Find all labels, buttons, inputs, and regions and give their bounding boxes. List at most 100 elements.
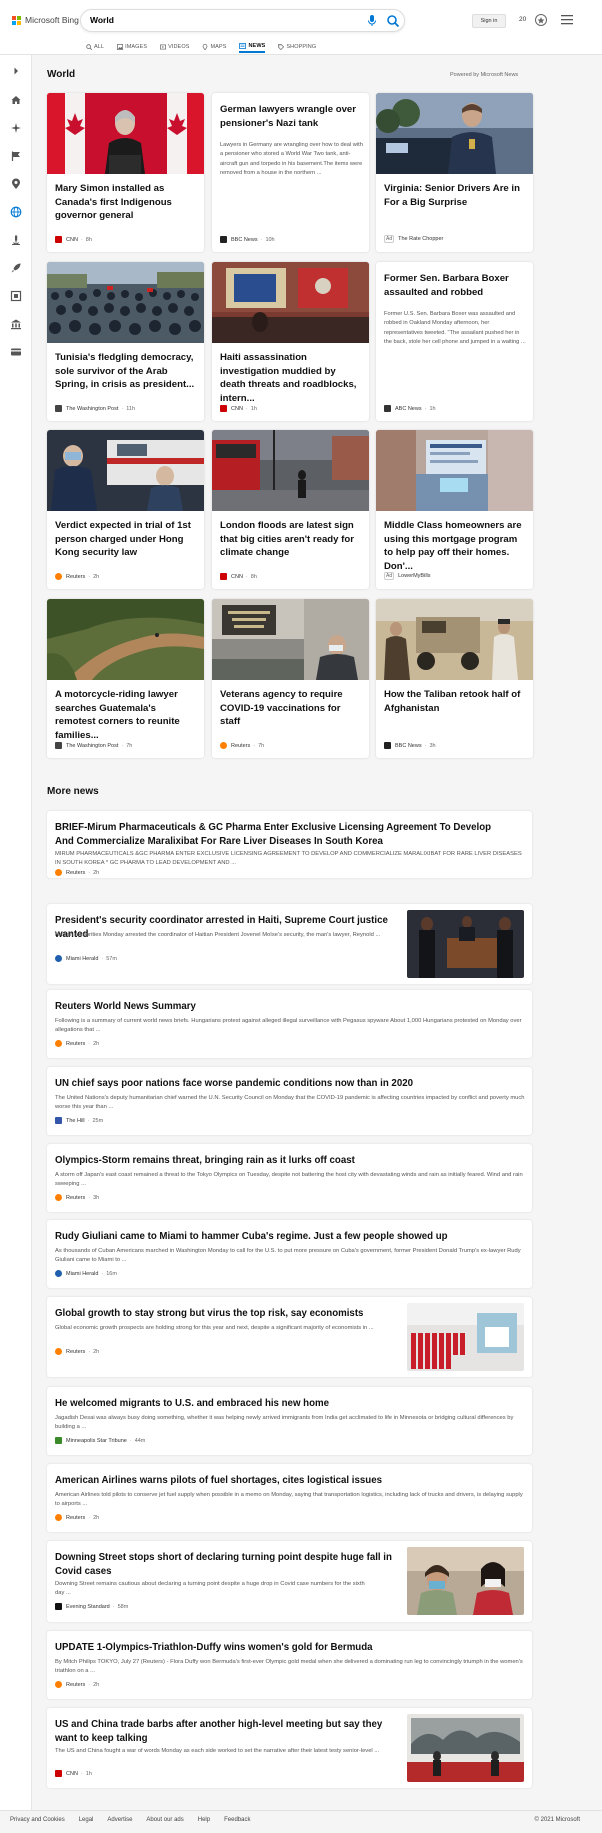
news-card[interactable]: London floods are latest sign that big c…: [212, 430, 369, 589]
source-name: Reuters: [66, 869, 86, 876]
news-time: 1h: [85, 1770, 92, 1777]
sign-in-button[interactable]: Sign in: [472, 14, 506, 28]
news-list-item[interactable]: Downing Street stops short of declaring …: [47, 1541, 532, 1622]
footer-link-privacy[interactable]: Privacy and Cookies: [10, 1817, 65, 1823]
tab-all[interactable]: ALL: [86, 40, 104, 53]
rewards-points[interactable]: 20: [519, 16, 526, 23]
miami-herald-logo-icon: [55, 955, 62, 962]
search-box[interactable]: [80, 9, 405, 32]
card-title[interactable]: A motorcycle-riding lawyer searches Guat…: [55, 688, 197, 742]
source-name: BBC News: [231, 236, 258, 243]
card-time: 10h: [265, 236, 275, 243]
footer-link-about-ads[interactable]: About our ads: [146, 1817, 183, 1823]
header: Microsoft Bing Sign in 20 ALL IMAGES: [0, 0, 602, 55]
news-title[interactable]: BRIEF-Mirum Pharmaceuticals & GC Pharma …: [55, 821, 495, 848]
tab-shopping[interactable]: SHOPPING: [278, 40, 316, 53]
source-name: Evening Standard: [66, 1603, 110, 1610]
news-list-item[interactable]: UN chief says poor nations face worse pa…: [47, 1067, 532, 1135]
card-time: 7h: [258, 742, 265, 749]
news-card[interactable]: Verdict expected in trial of 1st person …: [47, 430, 204, 589]
chevron-right-icon[interactable]: [10, 65, 22, 77]
rewards-medal-icon[interactable]: [534, 12, 548, 28]
card-title[interactable]: Tunisia's fledgling democracy, sole surv…: [55, 351, 197, 392]
source-name: The Washington Post: [66, 405, 119, 412]
news-card[interactable]: Mary Simon installed as Canada's first I…: [47, 93, 204, 252]
tab-news[interactable]: NEWS: [239, 40, 266, 53]
microphone-icon[interactable]: [366, 14, 378, 28]
card-time: 1h: [429, 405, 436, 412]
news-list-item[interactable]: BRIEF-Mirum Pharmaceuticals & GC Pharma …: [47, 811, 532, 878]
footer-link-legal[interactable]: Legal: [79, 1817, 94, 1823]
abc-news-logo-icon: [384, 405, 391, 412]
search-input[interactable]: [90, 15, 340, 25]
flag-icon[interactable]: [10, 150, 22, 162]
news-list-item[interactable]: Rudy Giuliani came to Miami to hammer Cu…: [47, 1220, 532, 1288]
globe-icon[interactable]: [10, 206, 22, 218]
card-title[interactable]: Virginia: Senior Drivers Are in For a Bi…: [384, 182, 526, 209]
ad-card[interactable]: Virginia: Senior Drivers Are in For a Bi…: [376, 93, 533, 252]
bing-logo[interactable]: Microsoft Bing: [12, 15, 79, 25]
news-title[interactable]: Downing Street stops short of declaring …: [55, 1551, 400, 1578]
card-title[interactable]: German lawyers wrangle over pensioner's …: [220, 103, 362, 130]
source-name: Reuters: [66, 1348, 86, 1355]
menu-icon[interactable]: [561, 15, 573, 25]
footer-link-advertise[interactable]: Advertise: [107, 1817, 132, 1823]
news-card[interactable]: Veterans agency to require COVID-19 vacc…: [212, 599, 369, 758]
tab-videos[interactable]: VIDEOS: [160, 40, 189, 53]
footer-link-help[interactable]: Help: [198, 1817, 210, 1823]
news-list-item[interactable]: UPDATE 1-Olympics-Triathlon-Duffy wins w…: [47, 1631, 532, 1699]
sparkle-icon[interactable]: [10, 122, 22, 134]
film-icon[interactable]: [10, 290, 22, 302]
rocket-icon[interactable]: [10, 262, 22, 274]
news-list-item[interactable]: Olympics-Storm remains threat, bringing …: [47, 1144, 532, 1212]
card-title[interactable]: Former Sen. Barbara Boxer assaulted and …: [384, 272, 526, 299]
card-title[interactable]: Verdict expected in trial of 1st person …: [55, 519, 197, 560]
card-time: 1h: [250, 405, 257, 412]
news-list-item[interactable]: Reuters World News Summary Following is …: [47, 990, 532, 1058]
news-title[interactable]: He welcomed migrants to U.S. and embrace…: [55, 1397, 495, 1411]
news-card[interactable]: How the Taliban retook half of Afghanist…: [376, 599, 533, 758]
news-title[interactable]: Olympics-Storm remains threat, bringing …: [55, 1154, 495, 1168]
footer-link-feedback[interactable]: Feedback: [224, 1817, 250, 1823]
card-title[interactable]: Veterans agency to require COVID-19 vacc…: [220, 688, 362, 729]
card-title[interactable]: Haiti assassination investigation muddie…: [220, 351, 362, 405]
news-list-item[interactable]: Global growth to stay strong but virus t…: [47, 1297, 532, 1377]
reuters-logo-icon: [55, 1514, 62, 1521]
home-icon[interactable]: [10, 94, 22, 106]
news-card[interactable]: German lawyers wrangle over pensioner's …: [212, 93, 369, 252]
ad-card[interactable]: Middle Class homeowners are using this m…: [376, 430, 533, 589]
news-title[interactable]: Global growth to stay strong but virus t…: [55, 1307, 400, 1321]
credit-card-icon[interactable]: [10, 346, 22, 358]
card-title[interactable]: London floods are latest sign that big c…: [220, 519, 362, 560]
location-pin-icon[interactable]: [10, 178, 22, 190]
news-snippet: Haitian authorities Monday arrested the …: [55, 932, 381, 938]
news-card[interactable]: Former Sen. Barbara Boxer assaulted and …: [376, 262, 533, 421]
news-title[interactable]: Rudy Giuliani came to Miami to hammer Cu…: [55, 1230, 495, 1244]
news-card[interactable]: Haiti assassination investigation muddie…: [212, 262, 369, 421]
tab-images[interactable]: IMAGES: [117, 40, 147, 53]
source-name: Miami Herald: [66, 1270, 99, 1277]
tab-maps[interactable]: MAPS: [202, 40, 226, 53]
search-icon[interactable]: [386, 14, 400, 28]
news-list-item[interactable]: President's security coordinator arreste…: [47, 904, 532, 984]
card-title[interactable]: How the Taliban retook half of Afghanist…: [384, 688, 526, 715]
news-thumbnail: [407, 1547, 524, 1615]
news-list-item[interactable]: American Airlines warns pilots of fuel s…: [47, 1464, 532, 1532]
news-list-item[interactable]: US and China trade barbs after another h…: [47, 1708, 532, 1788]
microscope-icon[interactable]: [10, 234, 22, 246]
news-time: 2h: [93, 1040, 100, 1047]
card-title[interactable]: Middle Class homeowners are using this m…: [384, 519, 526, 573]
news-card[interactable]: Tunisia's fledgling democracy, sole surv…: [47, 262, 204, 421]
news-title[interactable]: US and China trade barbs after another h…: [55, 1718, 400, 1745]
news-title[interactable]: UN chief says poor nations face worse pa…: [55, 1077, 495, 1091]
footer: Privacy and Cookies Legal Advertise Abou…: [0, 1810, 602, 1833]
footer-links: Privacy and Cookies Legal Advertise Abou…: [10, 1817, 250, 1823]
news-list-item[interactable]: He welcomed migrants to U.S. and embrace…: [47, 1387, 532, 1455]
bank-icon[interactable]: [10, 318, 22, 330]
evening-standard-logo-icon: [55, 1603, 62, 1610]
news-title[interactable]: UPDATE 1-Olympics-Triathlon-Duffy wins w…: [55, 1641, 495, 1655]
card-title[interactable]: Mary Simon installed as Canada's first I…: [55, 182, 197, 223]
news-card[interactable]: A motorcycle-riding lawyer searches Guat…: [47, 599, 204, 758]
news-title[interactable]: American Airlines warns pilots of fuel s…: [55, 1474, 495, 1488]
news-title[interactable]: Reuters World News Summary: [55, 1000, 495, 1014]
